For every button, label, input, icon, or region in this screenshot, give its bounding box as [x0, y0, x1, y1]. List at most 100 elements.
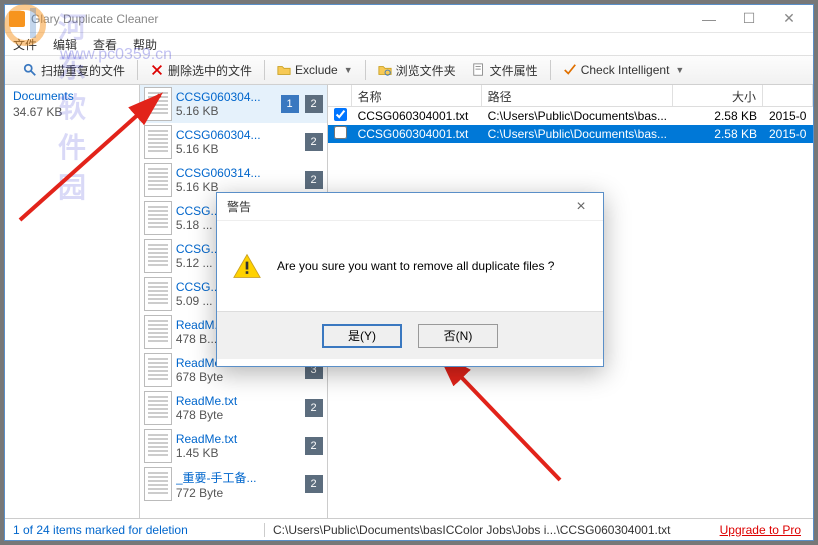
group-name: ReadMe.txt [176, 394, 299, 408]
group-count-badge: 2 [305, 95, 323, 113]
group-name: CCSG060304... [176, 90, 275, 104]
confirm-dialog: 警告 × Are you sure you want to remove all… [216, 192, 604, 367]
group-size: 5.16 KB [176, 142, 299, 156]
cell-name: CCSG060304001.txt [352, 108, 482, 124]
yes-button[interactable]: 是(Y) [322, 324, 402, 348]
status-count: 1 of 24 items marked for deletion [5, 523, 265, 537]
group-name: _重要-手工备... [176, 469, 299, 486]
file-icon [144, 125, 172, 159]
group-count-badge: 2 [305, 399, 323, 417]
delete-icon [150, 63, 164, 77]
folders-panel: Documents 34.67 KB [5, 85, 140, 518]
group-size: 478 Byte [176, 408, 299, 422]
group-item[interactable]: ReadMe.txt 1.45 KB 2 [140, 427, 327, 465]
group-count-badge: 2 [305, 475, 323, 493]
warning-icon [233, 253, 261, 279]
dialog-body: Are you sure you want to remove all dupl… [217, 221, 603, 311]
search-icon [23, 63, 37, 77]
group-size: 1.45 KB [176, 446, 299, 460]
group-count-badge: 2 [305, 133, 323, 151]
minimize-button[interactable]: — [689, 7, 729, 31]
browse-icon [378, 63, 392, 77]
close-button[interactable]: ✕ [769, 7, 809, 31]
cell-size: 2.58 KB [673, 108, 763, 124]
table-row[interactable]: CCSG060304001.txt C:\Users\Public\Docume… [328, 107, 813, 125]
group-name: CCSG060304... [176, 128, 299, 142]
folder-name[interactable]: Documents [13, 89, 131, 103]
file-icon [144, 201, 172, 235]
chevron-down-icon: ▼ [675, 65, 684, 75]
folder-icon [277, 63, 291, 77]
group-item[interactable]: ReadMe.txt 478 Byte 2 [140, 389, 327, 427]
chevron-down-icon: ▼ [344, 65, 353, 75]
cell-name: CCSG060304001.txt [352, 126, 482, 142]
titlebar: Glary Duplicate Cleaner — ☐ ✕ [5, 5, 813, 33]
cell-date: 2015-0 [763, 126, 813, 142]
group-count-badge: 2 [305, 437, 323, 455]
menu-view[interactable]: 查看 [93, 36, 117, 53]
table-row[interactable]: CCSG060304001.txt C:\Users\Public\Docume… [328, 125, 813, 143]
cell-path: C:\Users\Public\Documents\bas... [482, 126, 673, 142]
file-icon [144, 87, 172, 121]
file-icon [144, 163, 172, 197]
toolbar: 扫描重复的文件 删除选中的文件 Exclude ▼ 浏览文件夹 文件属性 Che… [5, 55, 813, 85]
file-icon [144, 353, 172, 387]
menu-edit[interactable]: 编辑 [53, 36, 77, 53]
file-icon [144, 391, 172, 425]
col-date[interactable] [763, 85, 813, 106]
group-size: 5.16 KB [176, 104, 275, 118]
group-badge: 1 [281, 95, 299, 113]
col-name[interactable]: 名称 [352, 85, 482, 106]
group-size: 772 Byte [176, 486, 299, 500]
scan-button[interactable]: 扫描重复的文件 [15, 56, 133, 84]
group-item[interactable]: _重要-手工备... 772 Byte 2 [140, 465, 327, 503]
browse-button[interactable]: 浏览文件夹 [370, 56, 464, 84]
dialog-close-button[interactable]: × [569, 198, 593, 216]
group-item[interactable]: CCSG060304... 5.16 KB 12 [140, 85, 327, 123]
app-icon [9, 11, 25, 27]
file-icon [144, 429, 172, 463]
separator [264, 60, 265, 80]
col-checkbox[interactable] [328, 85, 352, 106]
statusbar: 1 of 24 items marked for deletion C:\Use… [5, 518, 813, 540]
col-path[interactable]: 路径 [482, 85, 673, 106]
row-checkbox[interactable] [334, 126, 347, 139]
menu-file[interactable]: 文件 [13, 36, 37, 53]
exclude-button[interactable]: Exclude ▼ [269, 56, 361, 84]
separator [137, 60, 138, 80]
table-header: 名称 路径 大小 [328, 85, 813, 107]
group-item[interactable]: CCSG060304... 5.16 KB 2 [140, 123, 327, 161]
group-name: ReadMe.txt [176, 432, 299, 446]
file-icon [144, 239, 172, 273]
cell-date: 2015-0 [763, 108, 813, 124]
menu-help[interactable]: 帮助 [133, 36, 157, 53]
no-button[interactable]: 否(N) [418, 324, 498, 348]
col-size[interactable]: 大小 [673, 85, 763, 106]
properties-icon [472, 63, 486, 77]
group-count-badge: 2 [305, 171, 323, 189]
row-checkbox[interactable] [334, 108, 347, 121]
separator [550, 60, 551, 80]
properties-button[interactable]: 文件属性 [464, 56, 546, 84]
menubar: 文件 编辑 查看 帮助 [5, 33, 813, 55]
status-path: C:\Users\Public\Documents\basICColor Job… [265, 523, 708, 537]
group-name: CCSG060314... [176, 166, 299, 180]
maximize-button[interactable]: ☐ [729, 7, 769, 31]
dialog-buttons: 是(Y) 否(N) [217, 311, 603, 359]
check-icon [563, 63, 577, 77]
file-icon [144, 277, 172, 311]
check-intelligent-button[interactable]: Check Intelligent ▼ [555, 56, 693, 84]
file-icon [144, 467, 172, 501]
dialog-message: Are you sure you want to remove all dupl… [277, 259, 554, 273]
cell-path: C:\Users\Public\Documents\bas... [482, 108, 673, 124]
dialog-title: 警告 [227, 198, 569, 215]
separator [365, 60, 366, 80]
upgrade-link[interactable]: Upgrade to Pro [708, 523, 813, 537]
dialog-titlebar: 警告 × [217, 193, 603, 221]
folder-size: 34.67 KB [13, 105, 131, 119]
cell-size: 2.58 KB [673, 126, 763, 142]
window-title: Glary Duplicate Cleaner [31, 12, 689, 26]
group-size: 678 Byte [176, 370, 299, 384]
delete-button[interactable]: 删除选中的文件 [142, 56, 260, 84]
file-icon [144, 315, 172, 349]
